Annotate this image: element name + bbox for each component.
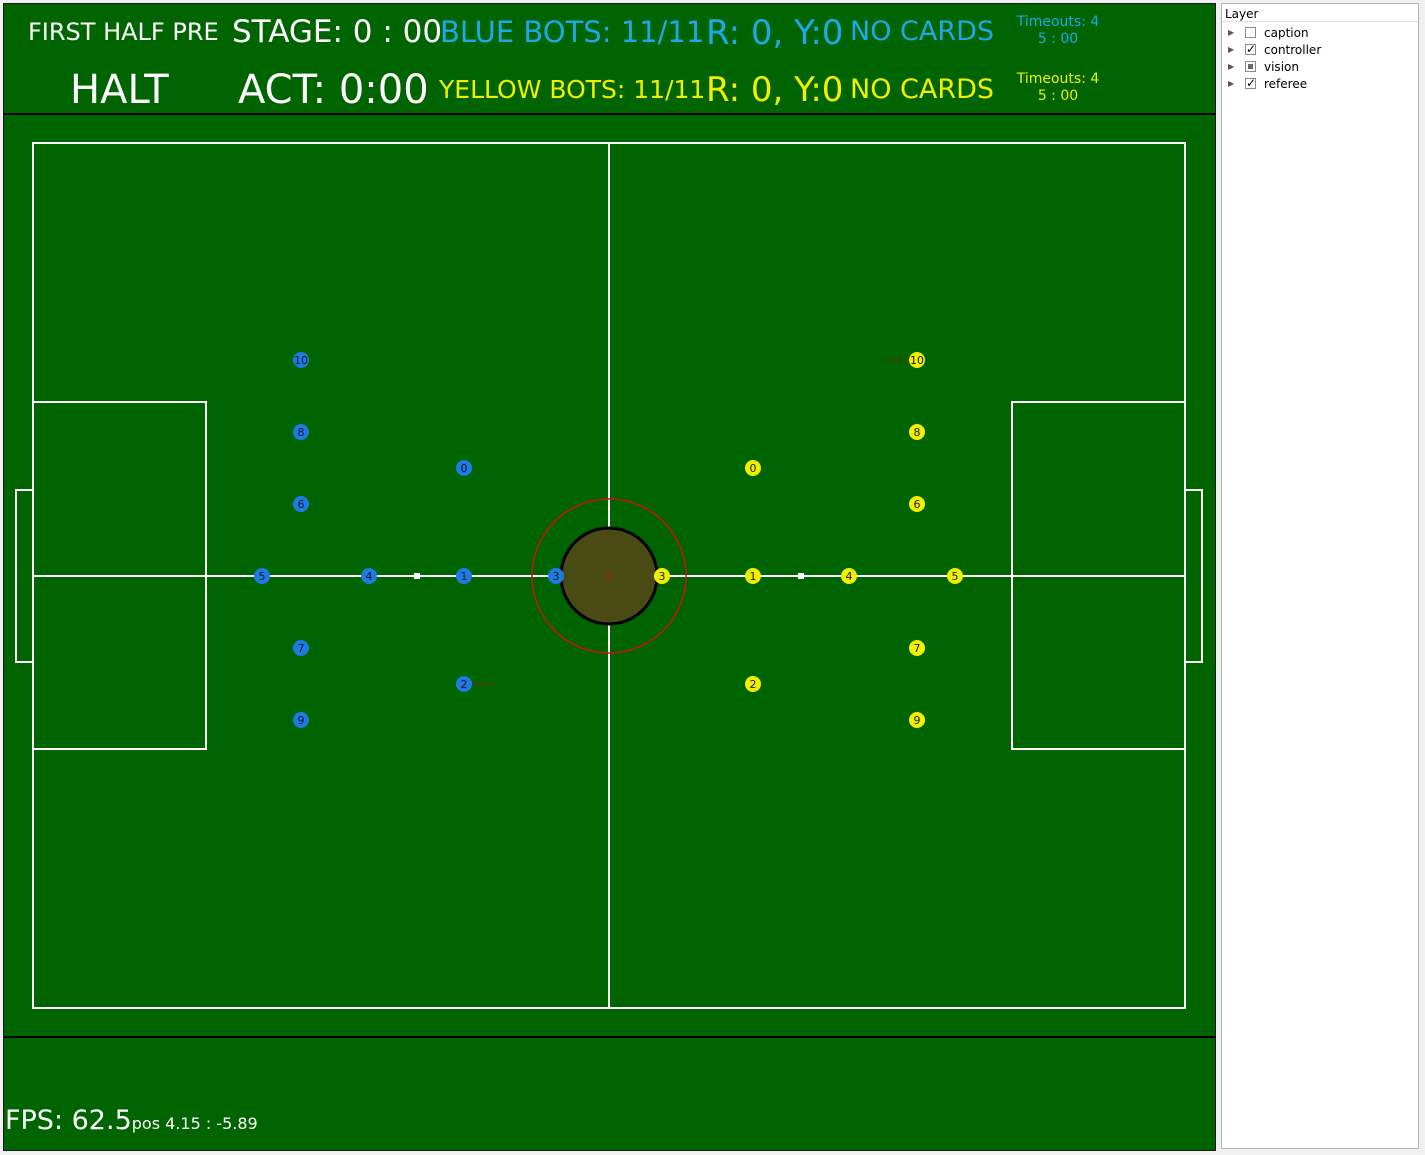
blue-robot-0[interactable]: 0: [456, 460, 472, 476]
robot-id-label: 5: [259, 570, 266, 583]
status-bar: FPS: 62.5pos 4.15 : -5.89: [5, 1107, 258, 1134]
cursor-position-readout: pos 4.15 : -5.89: [131, 1114, 258, 1133]
robot-id-label: 4: [846, 570, 853, 583]
center-circle: [559, 526, 659, 626]
expand-arrow-icon[interactable]: ▶: [1228, 62, 1238, 71]
robot-id-label: 9: [914, 714, 921, 727]
right-penalty-mark: [798, 573, 804, 579]
robot-id-label: 7: [914, 642, 921, 655]
yellow-robot-7[interactable]: 7: [909, 640, 925, 656]
layer-panel[interactable]: Layer ▶ caption ▶ controller ▶ vision ▶ …: [1221, 3, 1419, 1149]
robot-id-label: 7: [298, 642, 305, 655]
layer-item-referee[interactable]: ▶ referee: [1222, 75, 1418, 92]
robot-id-label: 0: [461, 462, 468, 475]
robot-id-label: 8: [298, 426, 305, 439]
robot-id-label: 0: [750, 462, 757, 475]
blue-robot-5[interactable]: 5: [254, 568, 270, 584]
blue-robot-10[interactable]: 10: [293, 352, 309, 368]
layer-panel-header: Layer: [1222, 4, 1418, 22]
blue-robot-4[interactable]: 4: [361, 568, 377, 584]
robot-id-label: 1: [461, 570, 468, 583]
robot-id-label: 6: [914, 498, 921, 511]
checkbox-caption[interactable]: [1245, 27, 1256, 38]
yellow-robot-4[interactable]: 4: [841, 568, 857, 584]
blue-robot-3[interactable]: 3: [548, 568, 564, 584]
footer-separator: [4, 1036, 1215, 1038]
left-goal: [15, 489, 34, 663]
blue-robot-6[interactable]: 6: [293, 496, 309, 512]
expand-arrow-icon[interactable]: ▶: [1228, 79, 1238, 88]
checkbox-controller[interactable]: [1245, 42, 1256, 56]
layer-label-vision: vision: [1264, 59, 1299, 74]
right-goal: [1184, 489, 1203, 663]
yellow-robot-2[interactable]: 2: [745, 676, 761, 692]
soccer-field[interactable]: 0 1 2 3 4 5 6 7 8 9 10 0 1 2 3 4 5 6 7 8 9 10: [4, 4, 1216, 1151]
blue-robot-1[interactable]: 1: [456, 568, 472, 584]
robot-id-label: 2: [461, 678, 468, 691]
yellow-robot-0[interactable]: 0: [745, 460, 761, 476]
layer-label-controller: controller: [1264, 42, 1322, 57]
robot-id-label: 10: [910, 354, 924, 367]
layer-item-vision[interactable]: ▶ vision: [1222, 58, 1418, 75]
yellow-robot-6[interactable]: 6: [909, 496, 925, 512]
robot-id-label: 3: [659, 570, 666, 583]
layer-label-caption: caption: [1264, 25, 1309, 40]
robot-id-label: 9: [298, 714, 305, 727]
left-penalty-mark: [414, 573, 420, 579]
blue-robot-2[interactable]: 2: [456, 676, 494, 692]
robot-id-label: 1: [750, 570, 757, 583]
checkbox-referee[interactable]: [1245, 76, 1256, 90]
yellow-robot-9[interactable]: 9: [909, 712, 925, 728]
layer-label-referee: referee: [1264, 76, 1308, 91]
field-viewer[interactable]: FIRST HALF PRE STAGE: 0 : 00 BLUE BOTS: …: [3, 3, 1216, 1151]
robot-id-label: 2: [750, 678, 757, 691]
yellow-robot-8[interactable]: 8: [909, 424, 925, 440]
robot-id-label: 6: [298, 498, 305, 511]
layer-item-controller[interactable]: ▶ controller: [1222, 41, 1418, 58]
yellow-robot-10[interactable]: 10: [887, 352, 925, 368]
expand-arrow-icon[interactable]: ▶: [1228, 28, 1238, 37]
fps-readout: FPS: 62.5: [5, 1105, 132, 1136]
layer-list: ▶ caption ▶ controller ▶ vision ▶ refere…: [1222, 22, 1418, 92]
expand-arrow-icon[interactable]: ▶: [1228, 45, 1238, 54]
yellow-robot-1[interactable]: 1: [745, 568, 761, 584]
layer-item-caption[interactable]: ▶ caption: [1222, 24, 1418, 41]
robot-id-label: 5: [952, 570, 959, 583]
blue-robot-8[interactable]: 8: [293, 424, 309, 440]
robot-id-label: 8: [914, 426, 921, 439]
blue-robot-9[interactable]: 9: [293, 712, 309, 728]
robot-id-label: 4: [366, 570, 373, 583]
blue-robot-7[interactable]: 7: [293, 640, 309, 656]
robot-id-label: 3: [553, 570, 560, 583]
checkbox-vision[interactable]: [1245, 61, 1256, 72]
yellow-robot-3[interactable]: 3: [654, 568, 670, 584]
robot-id-label: 10: [294, 354, 308, 367]
yellow-robot-5[interactable]: 5: [947, 568, 963, 584]
